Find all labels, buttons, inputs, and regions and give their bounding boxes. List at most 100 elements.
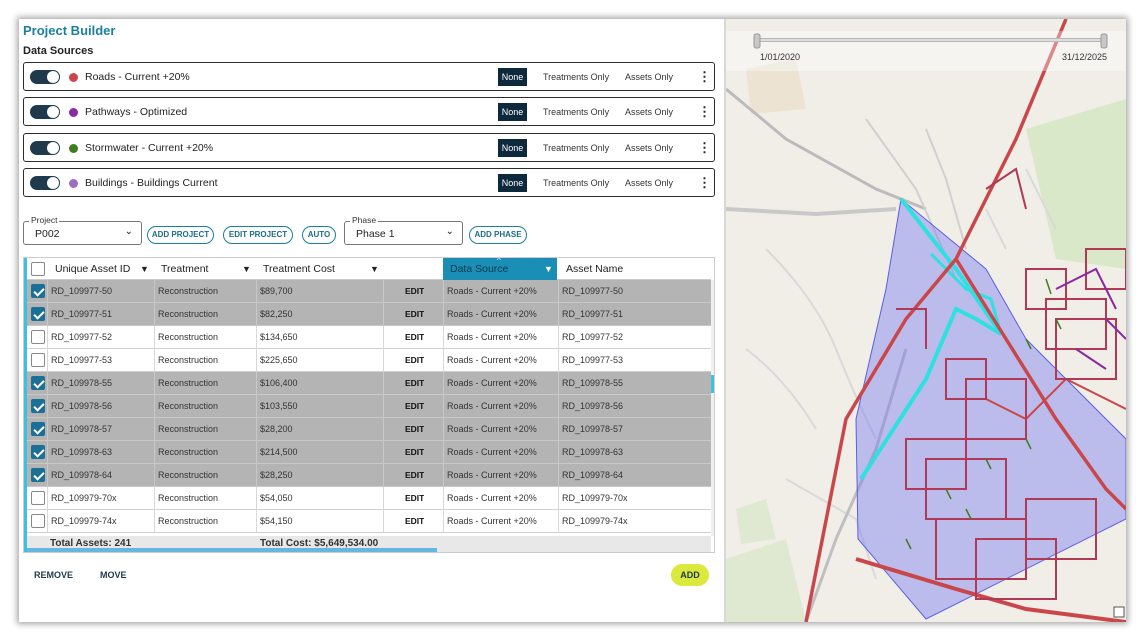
cell-asset-id: RD_109977-50: [51, 286, 113, 296]
edit-button[interactable]: EDIT: [405, 280, 424, 303]
option-none[interactable]: None: [498, 139, 527, 157]
option-assets-only[interactable]: Assets Only: [625, 72, 673, 82]
add-button[interactable]: ADD: [671, 564, 709, 586]
column-divider: [443, 303, 444, 326]
phase-label: Phase: [350, 215, 379, 225]
column-header-treatment[interactable]: Treatment: [161, 258, 208, 280]
table-row[interactable]: RD_109978-55 Reconstruction $106,400 EDIT Ro…: [27, 372, 711, 395]
table-row[interactable]: RD_109978-56 Reconstruction $103,550 EDIT Ro…: [27, 395, 711, 418]
row-checkbox[interactable]: [31, 514, 45, 528]
add-project-button[interactable]: ADD PROJECT: [147, 226, 214, 244]
edit-button[interactable]: EDIT: [405, 487, 424, 510]
add-phase-button[interactable]: ADD PHASE: [469, 226, 527, 244]
auto-button[interactable]: AUTO: [302, 226, 336, 244]
column-divider: [47, 464, 48, 487]
column-divider: [558, 349, 559, 372]
scroll-thumb[interactable]: [711, 375, 714, 393]
filter-icon[interactable]: ▼: [544, 258, 553, 280]
column-divider: [443, 395, 444, 418]
option-none[interactable]: None: [498, 103, 527, 121]
more-options-icon[interactable]: ⋮: [698, 139, 711, 157]
project-label: Project: [29, 215, 60, 225]
option-none[interactable]: None: [498, 68, 527, 86]
option-assets-only[interactable]: Assets Only: [625, 143, 673, 153]
edit-button[interactable]: EDIT: [405, 441, 424, 464]
map-canvas[interactable]: [726, 19, 1126, 622]
phase-select[interactable]: Phase Phase 1 ⌄: [344, 215, 463, 245]
filter-icon[interactable]: ▼: [242, 258, 251, 280]
edit-button[interactable]: EDIT: [405, 372, 424, 395]
cell-asset-name: RD_109978-57: [562, 424, 624, 434]
timeline-end-date: 31/12/2025: [1062, 52, 1108, 62]
row-checkbox[interactable]: [31, 491, 45, 505]
table-row[interactable]: RD_109979-70x Reconstruction $54,050 EDIT Ro…: [27, 487, 711, 510]
row-checkbox[interactable]: [31, 376, 45, 390]
edit-button[interactable]: EDIT: [405, 326, 424, 349]
option-assets-only[interactable]: Assets Only: [625, 178, 673, 188]
column-divider: [443, 372, 444, 395]
filter-icon[interactable]: ▼: [140, 258, 149, 280]
data-source-row: Roads - Current +20% None Treatments Only A…: [23, 62, 715, 91]
data-source-label: Buildings - Buildings Current: [85, 177, 218, 189]
table-row[interactable]: RD_109977-53 Reconstruction $225,650 EDIT Ro…: [27, 349, 711, 372]
edit-button[interactable]: EDIT: [405, 349, 424, 372]
data-source-toggle[interactable]: [30, 70, 60, 84]
row-checkbox[interactable]: [31, 445, 45, 459]
column-divider: [256, 395, 257, 418]
data-source-toggle[interactable]: [30, 141, 60, 155]
column-header-treatment-cost[interactable]: Treatment Cost: [263, 258, 335, 280]
data-source-toggle[interactable]: [30, 176, 60, 190]
table-row[interactable]: RD_109977-50 Reconstruction $89,700 EDIT Roa…: [27, 280, 711, 303]
table-row[interactable]: RD_109978-63 Reconstruction $214,500 EDIT Ro…: [27, 441, 711, 464]
sort-asc-icon: ^: [497, 257, 501, 265]
more-options-icon[interactable]: ⋮: [698, 103, 711, 121]
column-divider: [256, 510, 257, 533]
option-treatments-only[interactable]: Treatments Only: [543, 178, 609, 188]
column-header-data-source[interactable]: Data Source ^ ▼: [443, 258, 557, 280]
remove-button[interactable]: REMOVE: [34, 570, 73, 580]
column-divider: [558, 464, 559, 487]
edit-button[interactable]: EDIT: [405, 510, 424, 533]
row-checkbox[interactable]: [31, 330, 45, 344]
row-checkbox[interactable]: [31, 307, 45, 321]
filter-icon[interactable]: ▼: [370, 258, 379, 280]
select-all-checkbox[interactable]: [31, 262, 45, 276]
vertical-scrollbar[interactable]: [711, 280, 714, 536]
cell-asset-name: RD_109978-63: [562, 447, 624, 457]
row-checkbox[interactable]: [31, 468, 45, 482]
row-checkbox[interactable]: [31, 353, 45, 367]
table-row[interactable]: RD_109978-57 Reconstruction $28,200 EDIT Roa…: [27, 418, 711, 441]
column-header-asset-name[interactable]: Asset Name: [566, 258, 623, 280]
edit-button[interactable]: EDIT: [405, 464, 424, 487]
move-button[interactable]: MOVE: [100, 570, 127, 580]
data-sources-heading: Data Sources: [23, 45, 94, 57]
column-header-asset-id[interactable]: Unique Asset ID: [55, 258, 130, 280]
edit-button[interactable]: EDIT: [405, 303, 424, 326]
option-none[interactable]: None: [498, 174, 527, 192]
option-treatments-only[interactable]: Treatments Only: [543, 143, 609, 153]
map-view[interactable]: 1/01/2020 31/12/2025: [726, 19, 1126, 622]
table-row[interactable]: RD_109978-64 Reconstruction $28,250 EDIT Roa…: [27, 464, 711, 487]
column-divider: [558, 487, 559, 510]
more-options-icon[interactable]: ⋮: [698, 68, 711, 86]
horizontal-scrollbar[interactable]: [27, 548, 437, 552]
table-row[interactable]: RD_109979-74x Reconstruction $54,150 EDIT Ro…: [27, 510, 711, 533]
row-checkbox[interactable]: [31, 422, 45, 436]
option-treatments-only[interactable]: Treatments Only: [543, 107, 609, 117]
option-treatments-only[interactable]: Treatments Only: [543, 72, 609, 82]
column-divider: [256, 303, 257, 326]
option-assets-only[interactable]: Assets Only: [625, 107, 673, 117]
row-checkbox[interactable]: [31, 284, 45, 298]
row-checkbox[interactable]: [31, 399, 45, 413]
data-source-label: Roads - Current +20%: [85, 71, 190, 83]
data-source-toggle[interactable]: [30, 105, 60, 119]
cell-asset-name: RD_109979-74x: [562, 516, 628, 526]
edit-project-button[interactable]: EDIT PROJECT: [223, 226, 293, 244]
edit-button[interactable]: EDIT: [405, 395, 424, 418]
edit-button[interactable]: EDIT: [405, 418, 424, 441]
cell-treatment: Reconstruction: [158, 355, 219, 365]
table-row[interactable]: RD_109977-52 Reconstruction $134,650 EDIT Ro…: [27, 326, 711, 349]
more-options-icon[interactable]: ⋮: [698, 174, 711, 192]
table-row[interactable]: RD_109977-51 Reconstruction $82,250 EDIT Roa…: [27, 303, 711, 326]
project-select[interactable]: Project P002 ⌄: [23, 215, 142, 245]
